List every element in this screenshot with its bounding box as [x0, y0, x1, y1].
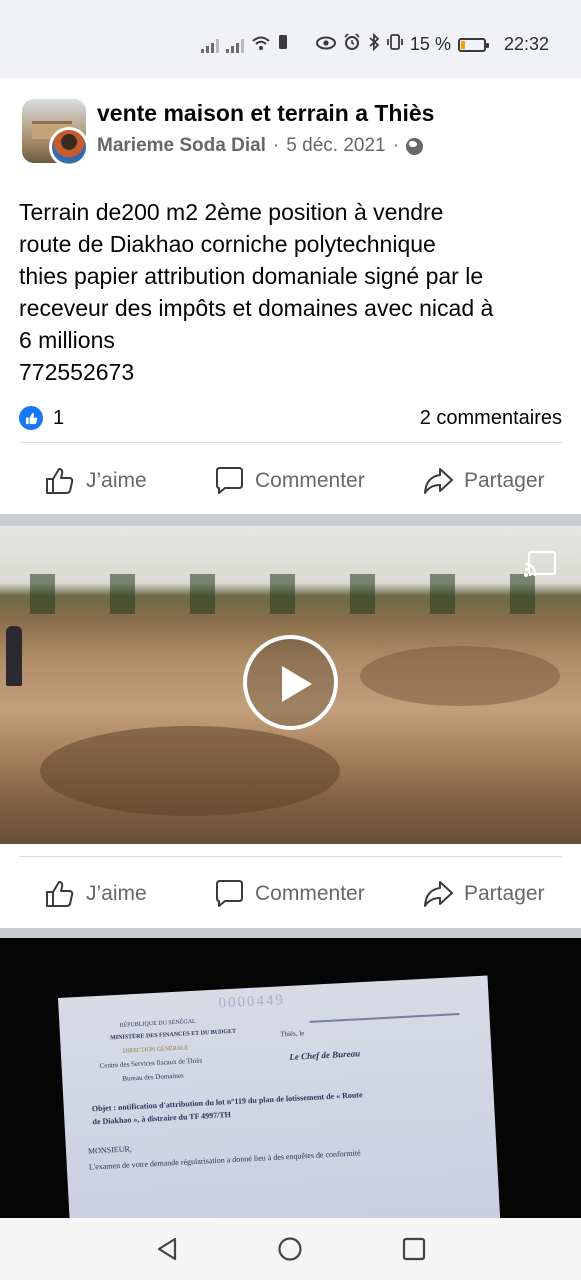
- document-object-line: de Diakhao », à distraire du TF 4997/TH: [92, 1110, 232, 1127]
- post-text-line: Terrain de200 m2 2ème position à vendre: [19, 199, 444, 225]
- signal-icon: [200, 37, 219, 53]
- status-bar: 15 % 22:32: [0, 0, 581, 78]
- post-date[interactable]: 5 déc. 2021: [286, 135, 385, 157]
- share-button[interactable]: Partager: [422, 878, 545, 910]
- bluetooth-icon: [368, 32, 380, 56]
- attribution-document: 0000449 RÉPUBLIQUE DU SÉNÉGAL MINISTÈRE …: [58, 975, 502, 1218]
- like-label: J’aime: [86, 882, 147, 905]
- post-text-line: 6 millions: [19, 327, 115, 353]
- system-nav-bar: [0, 1218, 581, 1280]
- reactions-row: 1 2 commentaires: [19, 403, 562, 433]
- document-directorate: DIRECTION GÉNÉRALE: [122, 1045, 189, 1055]
- comment-label: Commenter: [255, 882, 365, 905]
- play-icon[interactable]: [243, 635, 338, 730]
- phone-number[interactable]: 772552673: [19, 356, 569, 388]
- post-actions: J’aime Commenter Partager: [0, 448, 581, 514]
- signal-icon: [225, 37, 244, 53]
- post-text-line: route de Diakhao corniche polytechnique: [19, 231, 436, 257]
- document-header: RÉPUBLIQUE DU SÉNÉGAL: [119, 1018, 196, 1029]
- meta-separator: ·: [392, 135, 399, 156]
- like-reaction-icon: [19, 406, 43, 430]
- eye-icon: [315, 34, 336, 55]
- comment-button[interactable]: Commenter: [213, 465, 365, 497]
- reaction-summary[interactable]: 1: [19, 406, 64, 430]
- document-ministry: MINISTÈRE DES FINANCES ET DU BUDGET: [110, 1028, 237, 1042]
- recents-square-icon[interactable]: [401, 1236, 427, 1262]
- clock: 22:32: [503, 34, 549, 54]
- wifi-icon: [251, 35, 271, 54]
- comment-button[interactable]: Commenter: [213, 878, 365, 910]
- meta-separator: ·: [272, 135, 280, 156]
- alarm-icon: [343, 33, 361, 56]
- like-button[interactable]: J’aime: [44, 465, 147, 497]
- share-label: Partager: [464, 469, 545, 492]
- share-label: Partager: [464, 882, 545, 905]
- battery-level: 15 %: [409, 34, 451, 54]
- comments-count[interactable]: 2 commentaires: [420, 407, 562, 430]
- post-text-line: thies papier attribution domaniale signé…: [19, 263, 484, 289]
- document-center: Centre des Services fiscaux de Thiès: [99, 1056, 203, 1070]
- divider: [19, 442, 562, 443]
- video-player[interactable]: [0, 526, 581, 844]
- document-photo[interactable]: 0000449 RÉPUBLIQUE DU SÉNÉGAL MINISTÈRE …: [0, 938, 581, 1218]
- document-chef: Le Chef de Bureau: [289, 1048, 361, 1062]
- thumbs-up-icon: [46, 468, 74, 494]
- battery-icon: [457, 37, 489, 52]
- post-text-line: receveur des impôts et domaines avec nic…: [19, 295, 494, 321]
- like-button[interactable]: J’aime: [44, 878, 147, 910]
- sim-icon: [278, 34, 288, 55]
- group-name[interactable]: vente maison et terrain a Thiès: [97, 100, 434, 127]
- home-circle-icon[interactable]: [277, 1236, 303, 1262]
- person-figure: [6, 626, 22, 686]
- comment-label: Commenter: [255, 469, 365, 492]
- vibrate-icon: [387, 33, 403, 56]
- section-separator: [0, 928, 581, 938]
- back-triangle-icon[interactable]: [154, 1236, 180, 1262]
- reaction-count: 1: [53, 406, 65, 429]
- share-button[interactable]: Partager: [422, 465, 545, 497]
- document-bureau: Bureau des Domaines: [122, 1071, 184, 1083]
- post-actions: J’aime Commenter Partager: [0, 861, 581, 927]
- globe-icon: [405, 137, 423, 155]
- post-meta: Marieme Soda Dial · 5 déc. 2021 ·: [97, 135, 423, 157]
- comment-icon: [216, 880, 243, 907]
- share-icon: [424, 468, 453, 494]
- document-salutation: MONSIEUR,: [87, 1144, 133, 1156]
- post-card: vente maison et terrain a Thiès Marieme …: [0, 78, 581, 514]
- share-icon: [424, 881, 453, 907]
- media-actions-bar: J’aime Commenter Partager: [0, 844, 581, 928]
- comment-icon: [216, 467, 243, 494]
- thumbs-up-icon: [46, 881, 74, 907]
- like-label: J’aime: [86, 469, 147, 492]
- cast-icon[interactable]: [523, 550, 557, 578]
- divider: [19, 856, 562, 857]
- author-name[interactable]: Marieme Soda Dial: [97, 135, 266, 157]
- post-text: Terrain de200 m2 2ème position à vendre …: [19, 196, 569, 388]
- document-serial: 0000449: [218, 992, 286, 1012]
- document-city: Thiès, le: [280, 1029, 305, 1039]
- avatar[interactable]: [49, 127, 89, 167]
- section-separator: [0, 514, 581, 526]
